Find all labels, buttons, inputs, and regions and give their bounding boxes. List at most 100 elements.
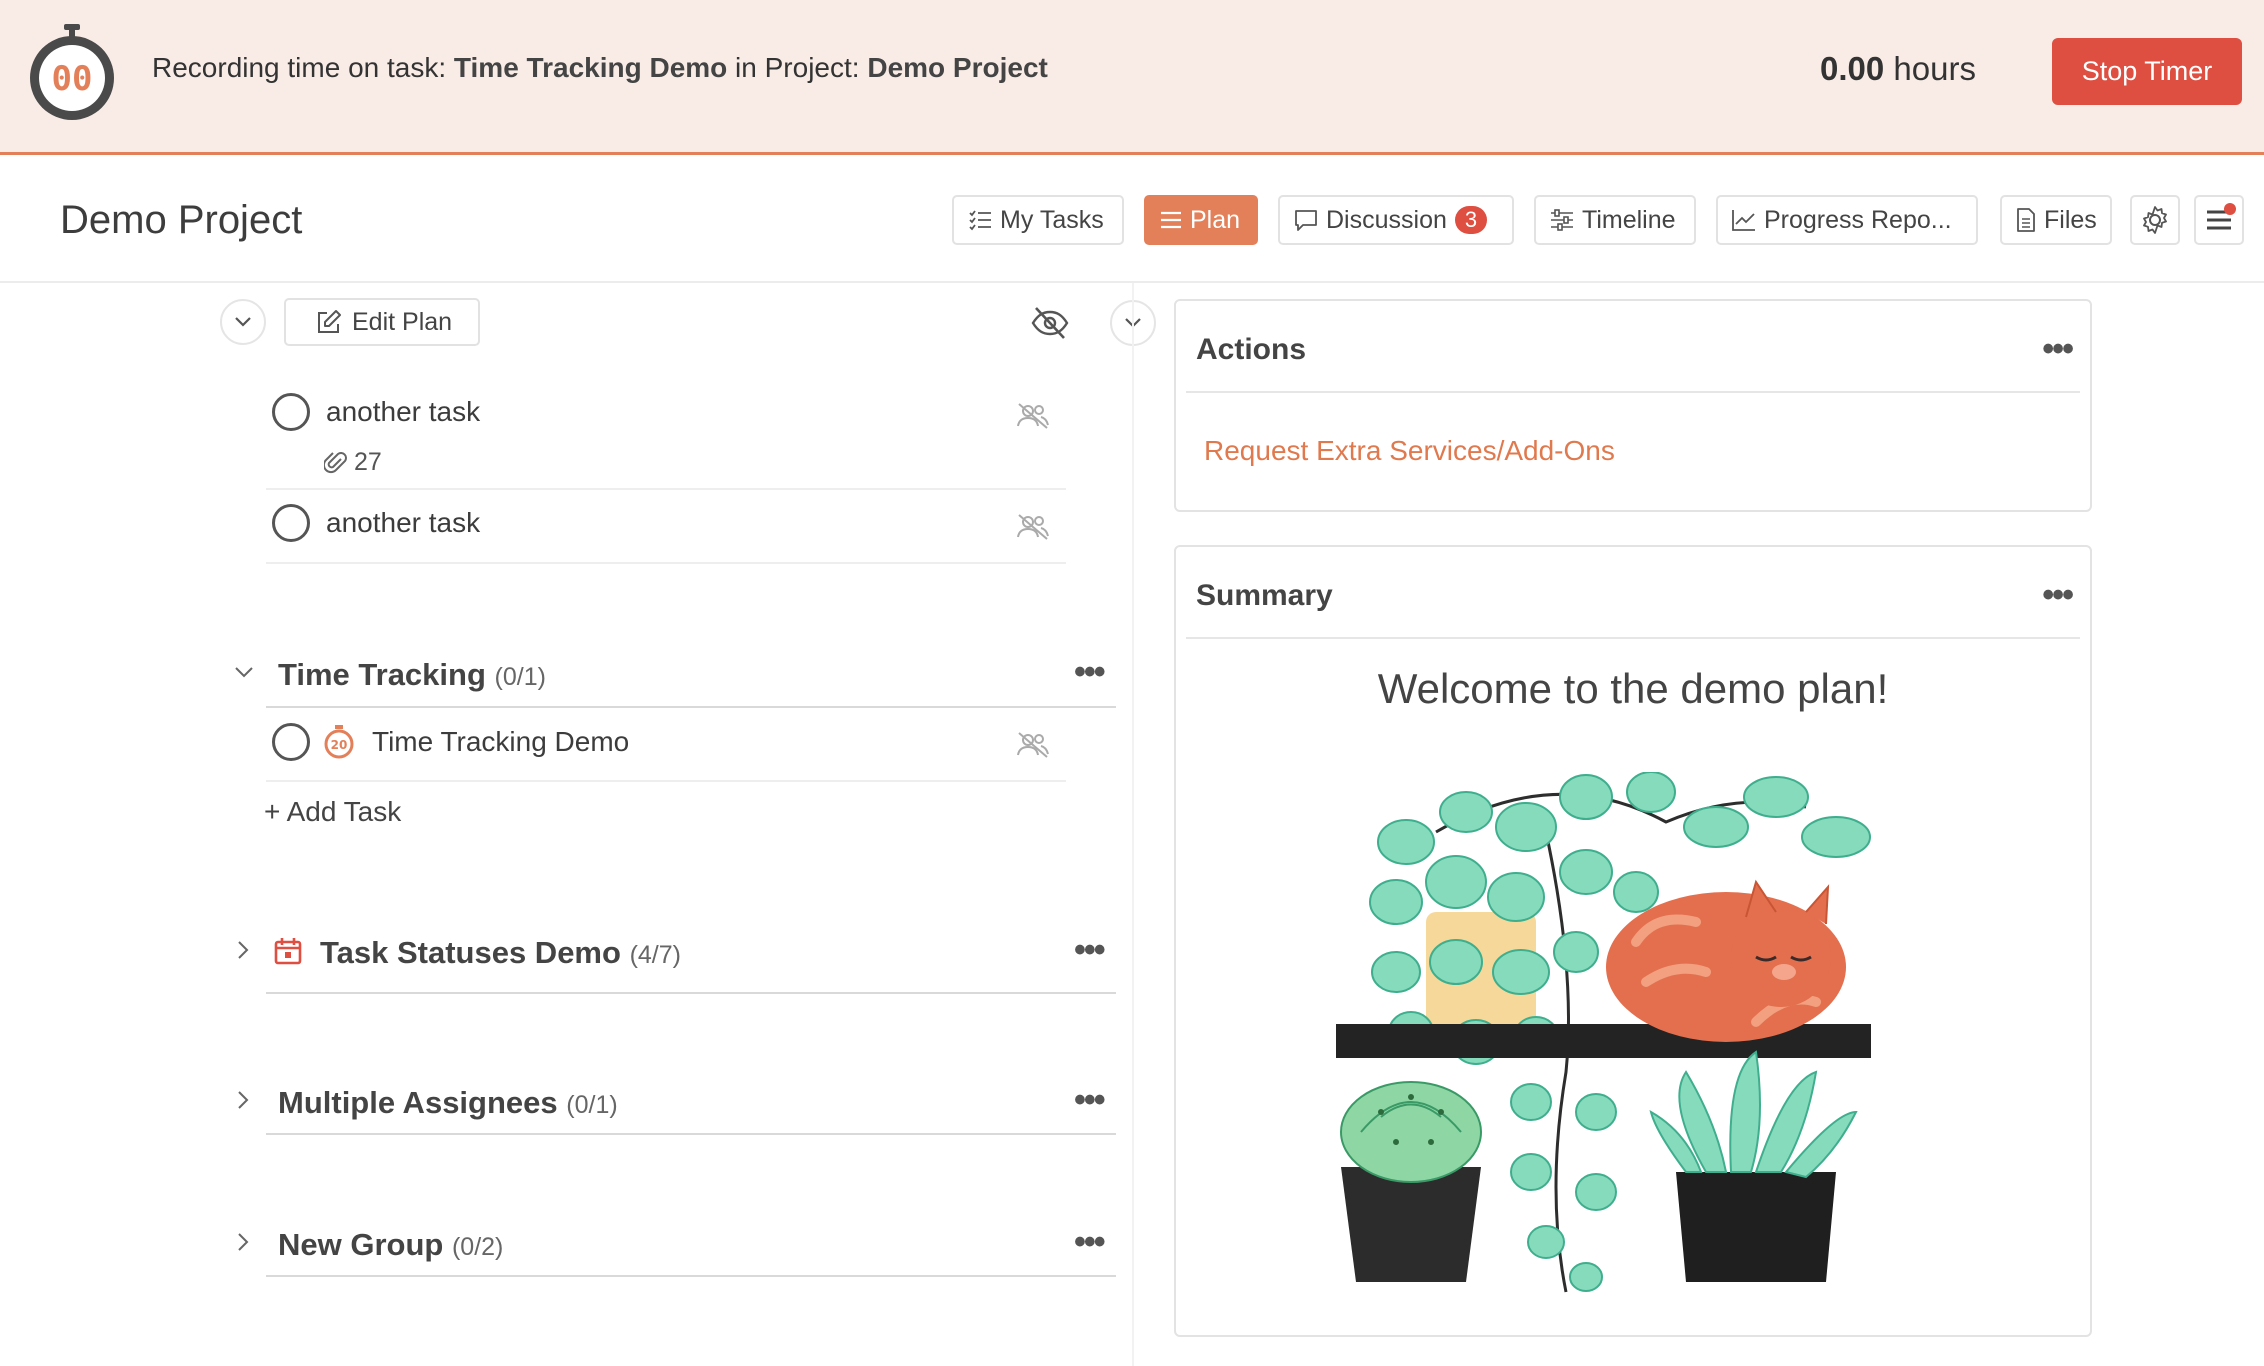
divider [266, 1275, 1116, 1277]
paperclip-icon [324, 451, 347, 473]
recording-prefix: Recording time on task: [152, 52, 454, 83]
divider [266, 992, 1116, 994]
menu-button[interactable] [2194, 195, 2244, 245]
divider [266, 1133, 1116, 1135]
summary-panel: Summary ••• Welcome to the demo plan! [1174, 545, 2092, 1337]
group-name: Multiple Assignees [278, 1085, 558, 1120]
settings-button[interactable] [2130, 195, 2180, 245]
stopwatch-icon: 00 [30, 24, 114, 120]
tab-my-tasks-label: My Tasks [1000, 205, 1104, 234]
recording-task: Time Tracking Demo [453, 52, 728, 83]
group-expand-toggle[interactable] [234, 665, 254, 684]
timer-digits: 20 [331, 738, 348, 752]
tab-plan[interactable]: Plan [1144, 195, 1258, 245]
group-title[interactable]: New Group (0/2) [278, 1227, 503, 1263]
attachment-count[interactable]: 27 [324, 448, 382, 477]
chat-bubble-icon [1295, 210, 1317, 231]
hours-readout: 0.00 hours [1820, 50, 1976, 88]
request-services-link[interactable]: Request Extra Services/Add-Ons [1204, 435, 1615, 467]
summary-title: Summary [1196, 579, 1333, 612]
group-name: Time Tracking [278, 657, 486, 692]
chevron-right-icon [238, 941, 249, 959]
divider [266, 562, 1066, 564]
task-name[interactable]: Time Tracking Demo [372, 726, 629, 758]
tab-timeline[interactable]: Timeline [1534, 195, 1696, 245]
task-complete-checkbox[interactable] [272, 504, 310, 542]
group-count: (4/7) [629, 941, 681, 969]
group-count: (0/1) [494, 663, 546, 691]
group-title[interactable]: Time Tracking (0/1) [278, 657, 546, 693]
chevron-down-icon [235, 317, 251, 327]
recording-mid: in Project: [727, 52, 868, 83]
tab-progress-report[interactable]: Progress Repo... [1716, 195, 1978, 245]
group-expand-toggle[interactable] [236, 1090, 250, 1115]
group-title[interactable]: Multiple Assignees (0/1) [278, 1085, 618, 1121]
recording-message: Recording time on task: Time Tracking De… [152, 52, 1048, 84]
hours-unit: hours [1884, 50, 1976, 87]
add-task-button[interactable]: + Add Task [264, 796, 401, 828]
tab-files[interactable]: Files [2000, 195, 2112, 245]
timer-running-icon[interactable]: 20 [322, 724, 356, 765]
divider [266, 706, 1116, 708]
chevron-down-icon [235, 667, 253, 678]
group-menu-button[interactable]: ••• [1074, 933, 1106, 967]
divider [266, 780, 1066, 782]
summary-menu-button[interactable]: ••• [2042, 578, 2074, 612]
group-name: Task Statuses Demo [320, 935, 621, 970]
group-title[interactable]: Task Statuses Demo (4/7) [320, 935, 681, 971]
tab-discussion-label: Discussion [1326, 205, 1447, 234]
tab-plan-label: Plan [1190, 205, 1241, 234]
group-menu-button[interactable]: ••• [1074, 1225, 1106, 1259]
edit-icon [318, 310, 341, 333]
actions-menu-button[interactable]: ••• [2042, 332, 2074, 366]
page-title: Demo Project [60, 198, 303, 242]
group-count: (0/1) [566, 1091, 618, 1119]
list-icon [1161, 211, 1181, 229]
document-icon [2017, 208, 2035, 232]
discussion-count-badge: 3 [1454, 206, 1488, 234]
tab-discussion[interactable]: Discussion 3 [1278, 195, 1514, 245]
edit-plan-label: Edit Plan [352, 307, 453, 336]
tab-progress-report-label: Progress Repo... [1764, 205, 1952, 234]
project-header: Demo Project My Tasks Plan Discussion 3 … [0, 155, 2264, 283]
attachment-count-value: 27 [354, 448, 382, 476]
column-separator [1132, 283, 1134, 1366]
unassigned-users-icon[interactable] [1016, 513, 1050, 546]
stopwatch-digits: 00 [52, 59, 93, 99]
notification-dot [2224, 203, 2236, 215]
group-expand-toggle[interactable] [236, 1232, 250, 1257]
task-name[interactable]: another task [326, 396, 480, 428]
checklist-icon [969, 210, 991, 231]
line-chart-icon [1732, 210, 1755, 231]
tab-my-tasks[interactable]: My Tasks [952, 195, 1124, 245]
divider [1186, 637, 2080, 639]
edit-plan-button[interactable]: Edit Plan [284, 298, 480, 346]
divider [266, 488, 1066, 490]
plants-cat-illustration [1336, 772, 1871, 1293]
group-menu-button[interactable]: ••• [1074, 1083, 1106, 1117]
divider [1186, 391, 2080, 393]
group-name: New Group [278, 1227, 444, 1262]
unassigned-users-icon[interactable] [1016, 731, 1050, 764]
recording-project: Demo Project [867, 52, 1048, 83]
actions-panel: Actions ••• Request Extra Services/Add-O… [1174, 299, 2092, 512]
actions-title: Actions [1196, 333, 1307, 366]
group-menu-button[interactable]: ••• [1074, 655, 1106, 689]
tab-timeline-label: Timeline [1582, 205, 1676, 234]
stop-timer-button[interactable]: Stop Timer [2052, 38, 2242, 105]
collapse-all-button[interactable] [220, 299, 266, 345]
hours-value: 0.00 [1820, 50, 1885, 87]
task-complete-checkbox[interactable] [272, 393, 310, 431]
task-complete-checkbox[interactable] [272, 723, 310, 761]
tab-files-label: Files [2044, 205, 2097, 234]
unassigned-users-icon[interactable] [1016, 402, 1050, 435]
hide-completed-toggle[interactable] [1030, 306, 1070, 345]
chevron-right-icon [238, 1091, 249, 1109]
task-name[interactable]: another task [326, 507, 480, 539]
group-expand-toggle[interactable] [236, 940, 250, 965]
eye-off-icon [1031, 307, 1069, 339]
sliders-icon [1551, 209, 1573, 231]
gear-icon [2143, 206, 2167, 234]
timer-banner: 00 Recording time on task: Time Tracking… [0, 0, 2264, 155]
calendar-icon [274, 937, 302, 970]
